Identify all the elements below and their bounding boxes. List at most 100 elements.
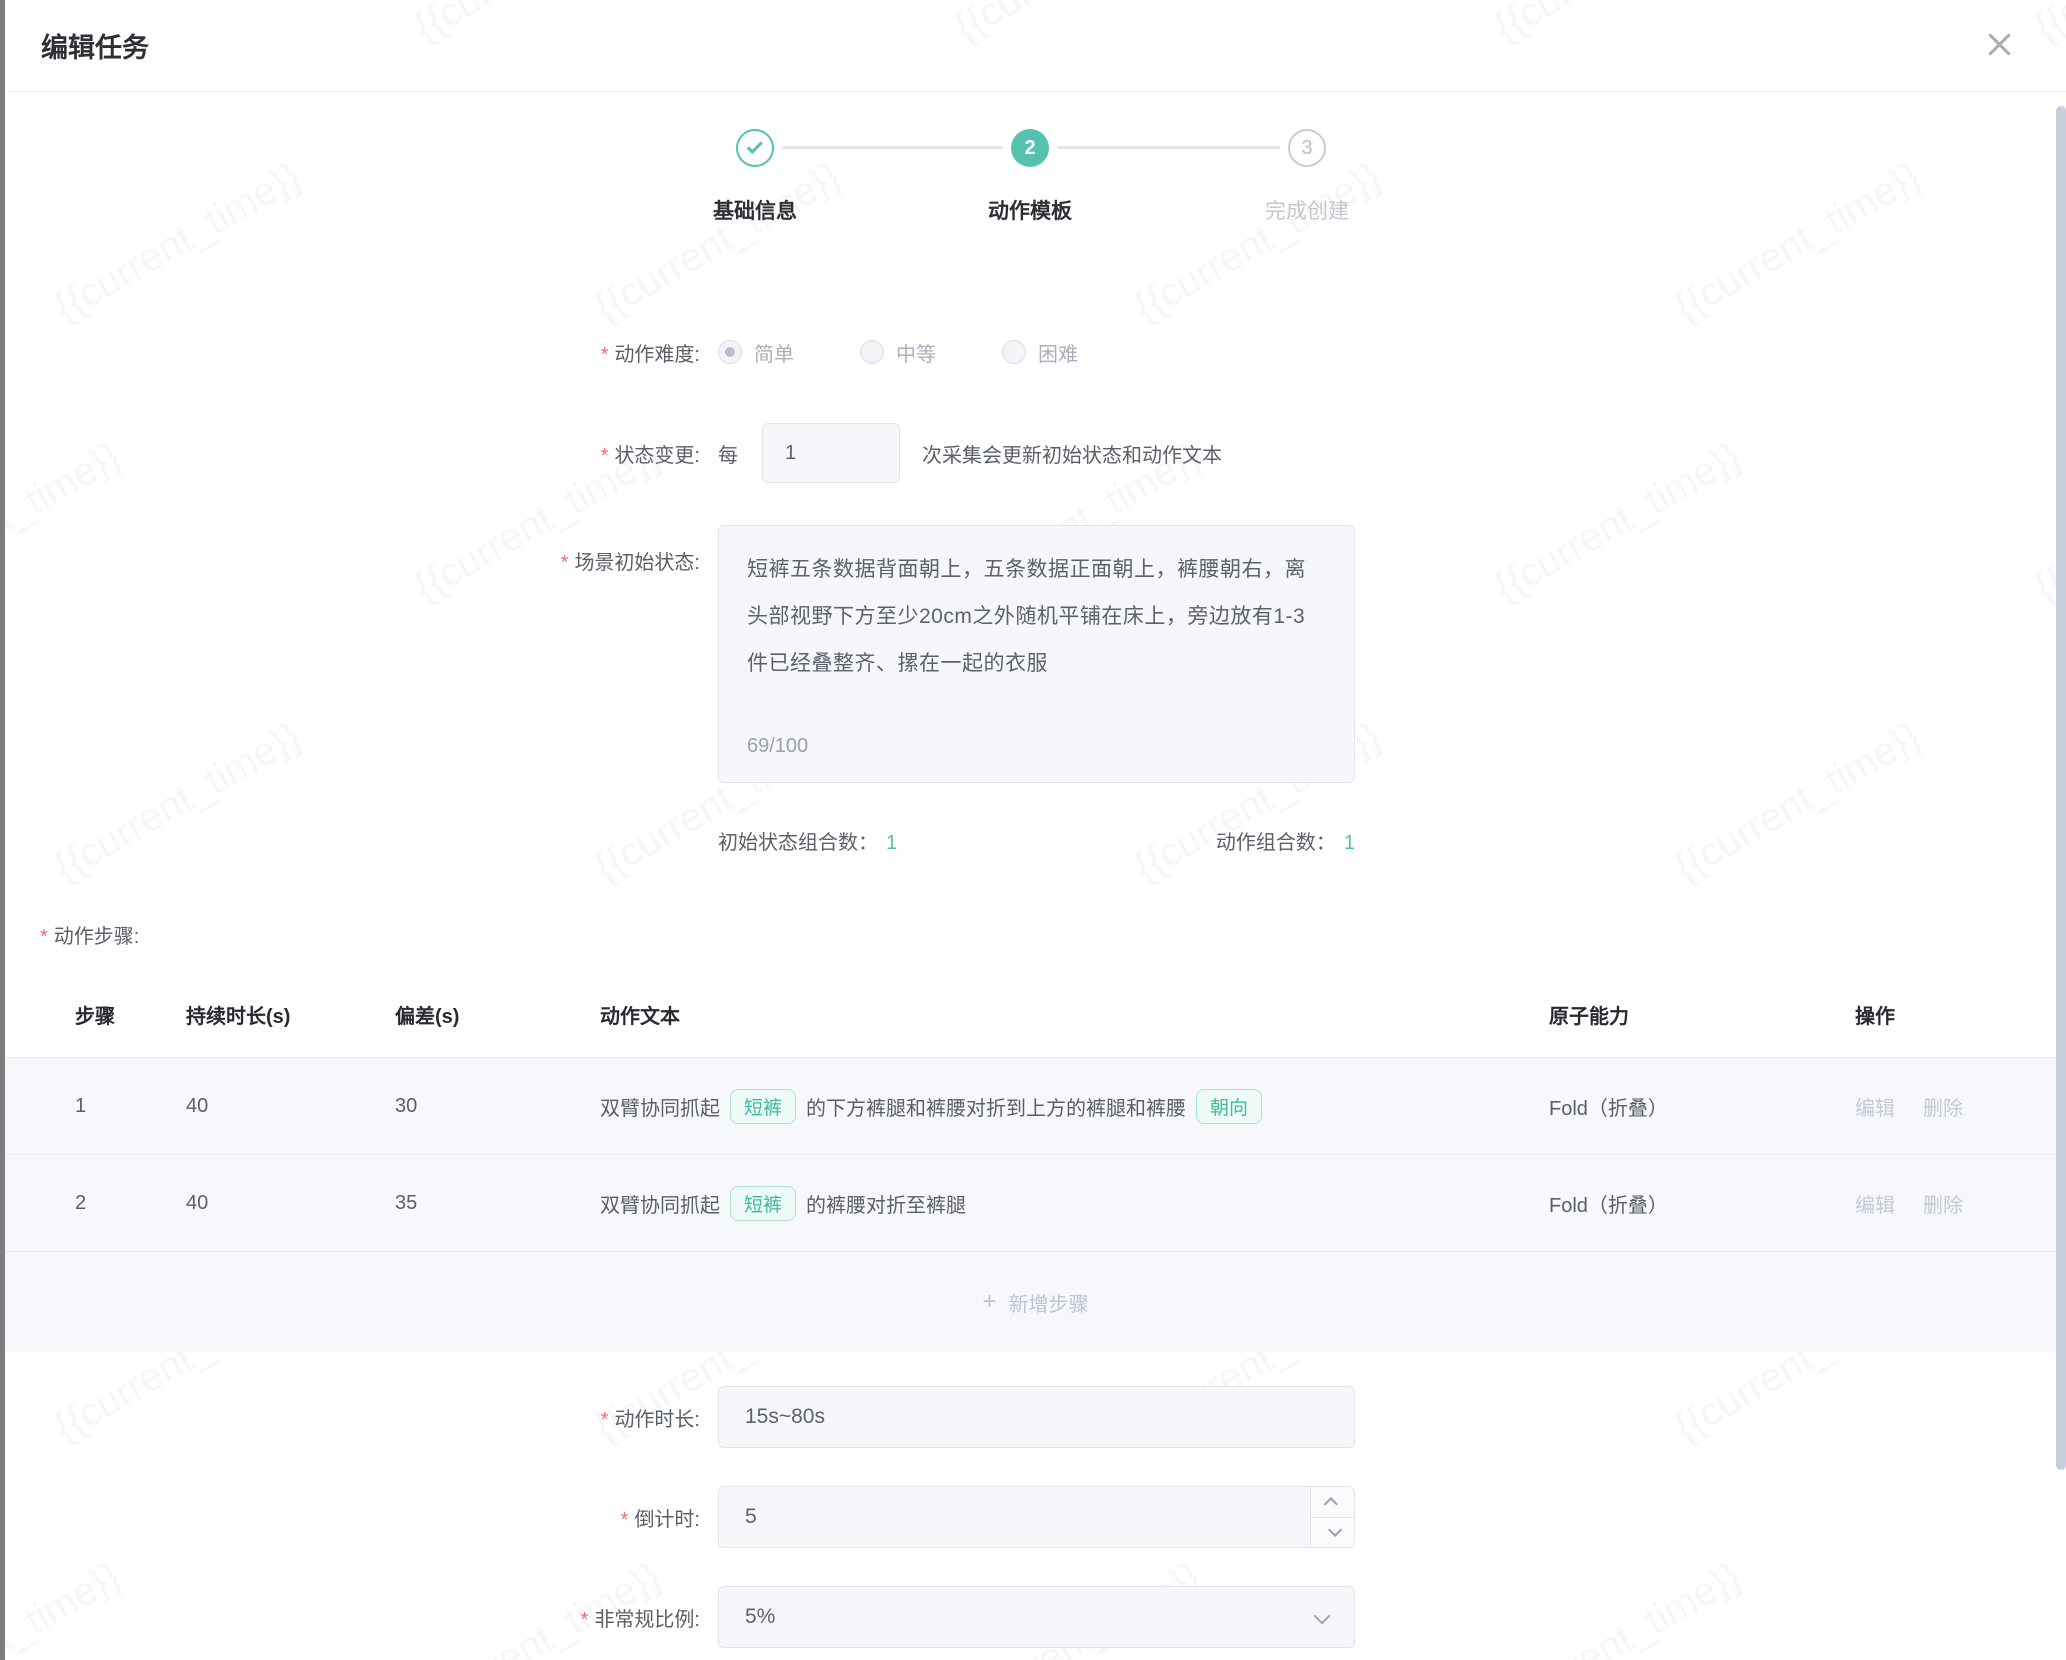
close-icon[interactable]	[1980, 26, 2018, 64]
column-header: 步骤	[75, 1000, 186, 1029]
table-row: 14030双臂协同抓起短裤的下方裤腿和裤腰对折到上方的裤腿和裤腰朝向Fold（折…	[5, 1058, 2066, 1155]
check-icon	[746, 138, 762, 154]
action-steps-table: 步骤持续时长(s)偏差(s)动作文本原子能力操作 14030双臂协同抓起短裤的下…	[5, 972, 2066, 1352]
cell-step: 2	[75, 1192, 186, 1215]
cell-deviation: 30	[395, 1095, 600, 1118]
radio-option-1[interactable]: 简单	[718, 338, 794, 367]
radio-circle-icon	[1002, 340, 1026, 364]
action-text-segment: 双臂协同抓起	[600, 1092, 720, 1121]
initial-state-label: 场景初始状态:	[0, 525, 700, 575]
cell-action-text: 双臂协同抓起短裤的下方裤腿和裤腰对折到上方的裤腿和裤腰朝向	[600, 1089, 1549, 1124]
state-change-prefix: 每	[718, 439, 738, 468]
unusual-ratio-label: 非常规比例:	[0, 1603, 700, 1632]
delete-link[interactable]: 删除	[1923, 1189, 1963, 1218]
cell-duration: 40	[186, 1095, 395, 1118]
number-spinner	[1310, 1487, 1354, 1547]
watermark-text: {{current_time}}	[1127, 154, 1388, 331]
initial-combo-label: 初始状态组合数：	[718, 832, 878, 854]
duration-input[interactable]: 15s~80s	[718, 1386, 1355, 1448]
cell-deviation: 35	[395, 1192, 600, 1215]
difficulty-radio-group: 简单 中等 困难	[718, 338, 1078, 367]
column-header: 偏差(s)	[395, 1000, 600, 1029]
column-header: 操作	[1855, 1000, 2066, 1029]
action-text-segment: 双臂协同抓起	[600, 1189, 720, 1218]
initial-state-textarea[interactable]: 短裤五条数据背面朝上，五条数据正面朝上，裤腰朝右，离头部视野下方至少20cm之外…	[718, 525, 1355, 783]
unusual-ratio-select[interactable]: 5%	[718, 1586, 1355, 1648]
action-combo-value: 1	[1344, 832, 1355, 854]
step-1-label: 基础信息	[635, 195, 875, 225]
radio-option-label: 中等	[896, 338, 936, 367]
edit-link[interactable]: 编辑	[1855, 1189, 1895, 1218]
unusual-ratio-row: 非常规比例: 5%	[0, 1586, 2066, 1648]
watermark-text: {{current_time}}	[47, 154, 308, 331]
watermark-text: {{current_time}}	[587, 154, 848, 331]
step-connector-2	[1057, 146, 1280, 149]
step-3-circle: 3	[1288, 129, 1326, 167]
radio-option-label: 简单	[754, 338, 794, 367]
plus-icon: +	[982, 1290, 996, 1314]
spinner-up-button[interactable]	[1311, 1487, 1354, 1518]
action-combo-count: 动作组合数： 1	[1216, 826, 1355, 855]
duration-label: 动作时长:	[0, 1403, 700, 1432]
state-change-input[interactable]: 1	[762, 423, 900, 483]
countdown-row: 倒计时: 5	[0, 1486, 2066, 1548]
step-connector-1	[782, 146, 1003, 149]
countdown-label: 倒计时:	[0, 1503, 700, 1532]
radio-circle-icon	[718, 340, 742, 364]
cell-duration: 40	[186, 1192, 395, 1215]
table-row: 24035双臂协同抓起短裤的裤腰对折至裤腿Fold（折叠）编辑删除	[5, 1155, 2066, 1252]
cell-atomic-ability: Fold（折叠）	[1549, 1092, 1855, 1121]
radio-option-label: 困难	[1038, 338, 1078, 367]
countdown-input[interactable]: 5	[718, 1486, 1355, 1548]
difficulty-label: 动作难度:	[0, 338, 700, 367]
initial-state-text: 短裤五条数据背面朝上，五条数据正面朝上，裤腰朝右，离头部视野下方至少20cm之外…	[747, 558, 1306, 675]
step-1-done-icon	[736, 129, 774, 167]
cell-atomic-ability: Fold（折叠）	[1549, 1189, 1855, 1218]
state-change-row: 状态变更: 每 1 次采集会更新初始状态和动作文本	[0, 423, 2066, 483]
difficulty-row: 动作难度: 简单 中等 困难	[0, 322, 2066, 382]
combos-row: 初始状态组合数： 1 动作组合数： 1	[0, 822, 2066, 858]
scrollbar-thumb[interactable]	[2056, 106, 2066, 1470]
cell-actions: 编辑删除	[1855, 1092, 2066, 1121]
step-2-label: 动作模板	[910, 195, 1150, 225]
action-combo-label: 动作组合数：	[1216, 832, 1336, 854]
duration-row: 动作时长: 15s~80s	[0, 1386, 2066, 1448]
state-change-label: 状态变更:	[0, 439, 700, 468]
object-tag: 朝向	[1196, 1089, 1262, 1124]
spinner-down-button[interactable]	[1311, 1518, 1354, 1548]
table-body: 14030双臂协同抓起短裤的下方裤腿和裤腰对折到上方的裤腿和裤腰朝向Fold（折…	[5, 1058, 2066, 1252]
action-text-segment: 的裤腰对折至裤腿	[806, 1189, 966, 1218]
page-left-edge	[0, 0, 5, 1660]
cell-step: 1	[75, 1095, 186, 1118]
column-header: 原子能力	[1549, 1000, 1855, 1029]
action-steps-section-label: 动作步骤:	[40, 920, 139, 949]
chevron-down-icon	[1328, 1523, 1342, 1537]
table-header-row: 步骤持续时长(s)偏差(s)动作文本原子能力操作	[5, 972, 2066, 1058]
unusual-ratio-value: 5%	[745, 1605, 775, 1629]
state-change-suffix: 次采集会更新初始状态和动作文本	[922, 439, 1222, 468]
object-tag: 短裤	[730, 1089, 796, 1124]
initial-state-row: 场景初始状态: 短裤五条数据背面朝上，五条数据正面朝上，裤腰朝右，离头部视野下方…	[0, 525, 2066, 783]
initial-combo-value: 1	[886, 832, 897, 854]
char-counter: 69/100	[747, 723, 808, 770]
radio-circle-icon	[860, 340, 884, 364]
dialog-header: 编辑任务	[5, 0, 2066, 92]
cell-actions: 编辑删除	[1855, 1189, 2066, 1218]
action-text-segment: 的下方裤腿和裤腰对折到上方的裤腿和裤腰	[806, 1092, 1186, 1121]
cell-action-text: 双臂协同抓起短裤的裤腰对折至裤腿	[600, 1186, 1549, 1221]
step-3-label: 完成创建	[1187, 195, 1427, 225]
add-step-button[interactable]: + 新增步骤	[5, 1252, 2066, 1352]
initial-combo-count: 初始状态组合数： 1	[718, 826, 897, 855]
step-2-circle: 2	[1011, 129, 1049, 167]
radio-option-2[interactable]: 中等	[860, 338, 936, 367]
select-chevron-down-icon	[1314, 1608, 1331, 1625]
delete-link[interactable]: 删除	[1923, 1092, 1963, 1121]
watermark-text: {{current_time}}	[1667, 154, 1928, 331]
add-step-label: 新增步骤	[1009, 1288, 1089, 1317]
radio-option-3[interactable]: 困难	[1002, 338, 1078, 367]
edit-link[interactable]: 编辑	[1855, 1092, 1895, 1121]
column-header: 持续时长(s)	[186, 1000, 395, 1029]
column-header: 动作文本	[600, 1000, 1549, 1029]
object-tag: 短裤	[730, 1186, 796, 1221]
dialog-title: 编辑任务	[41, 26, 149, 65]
